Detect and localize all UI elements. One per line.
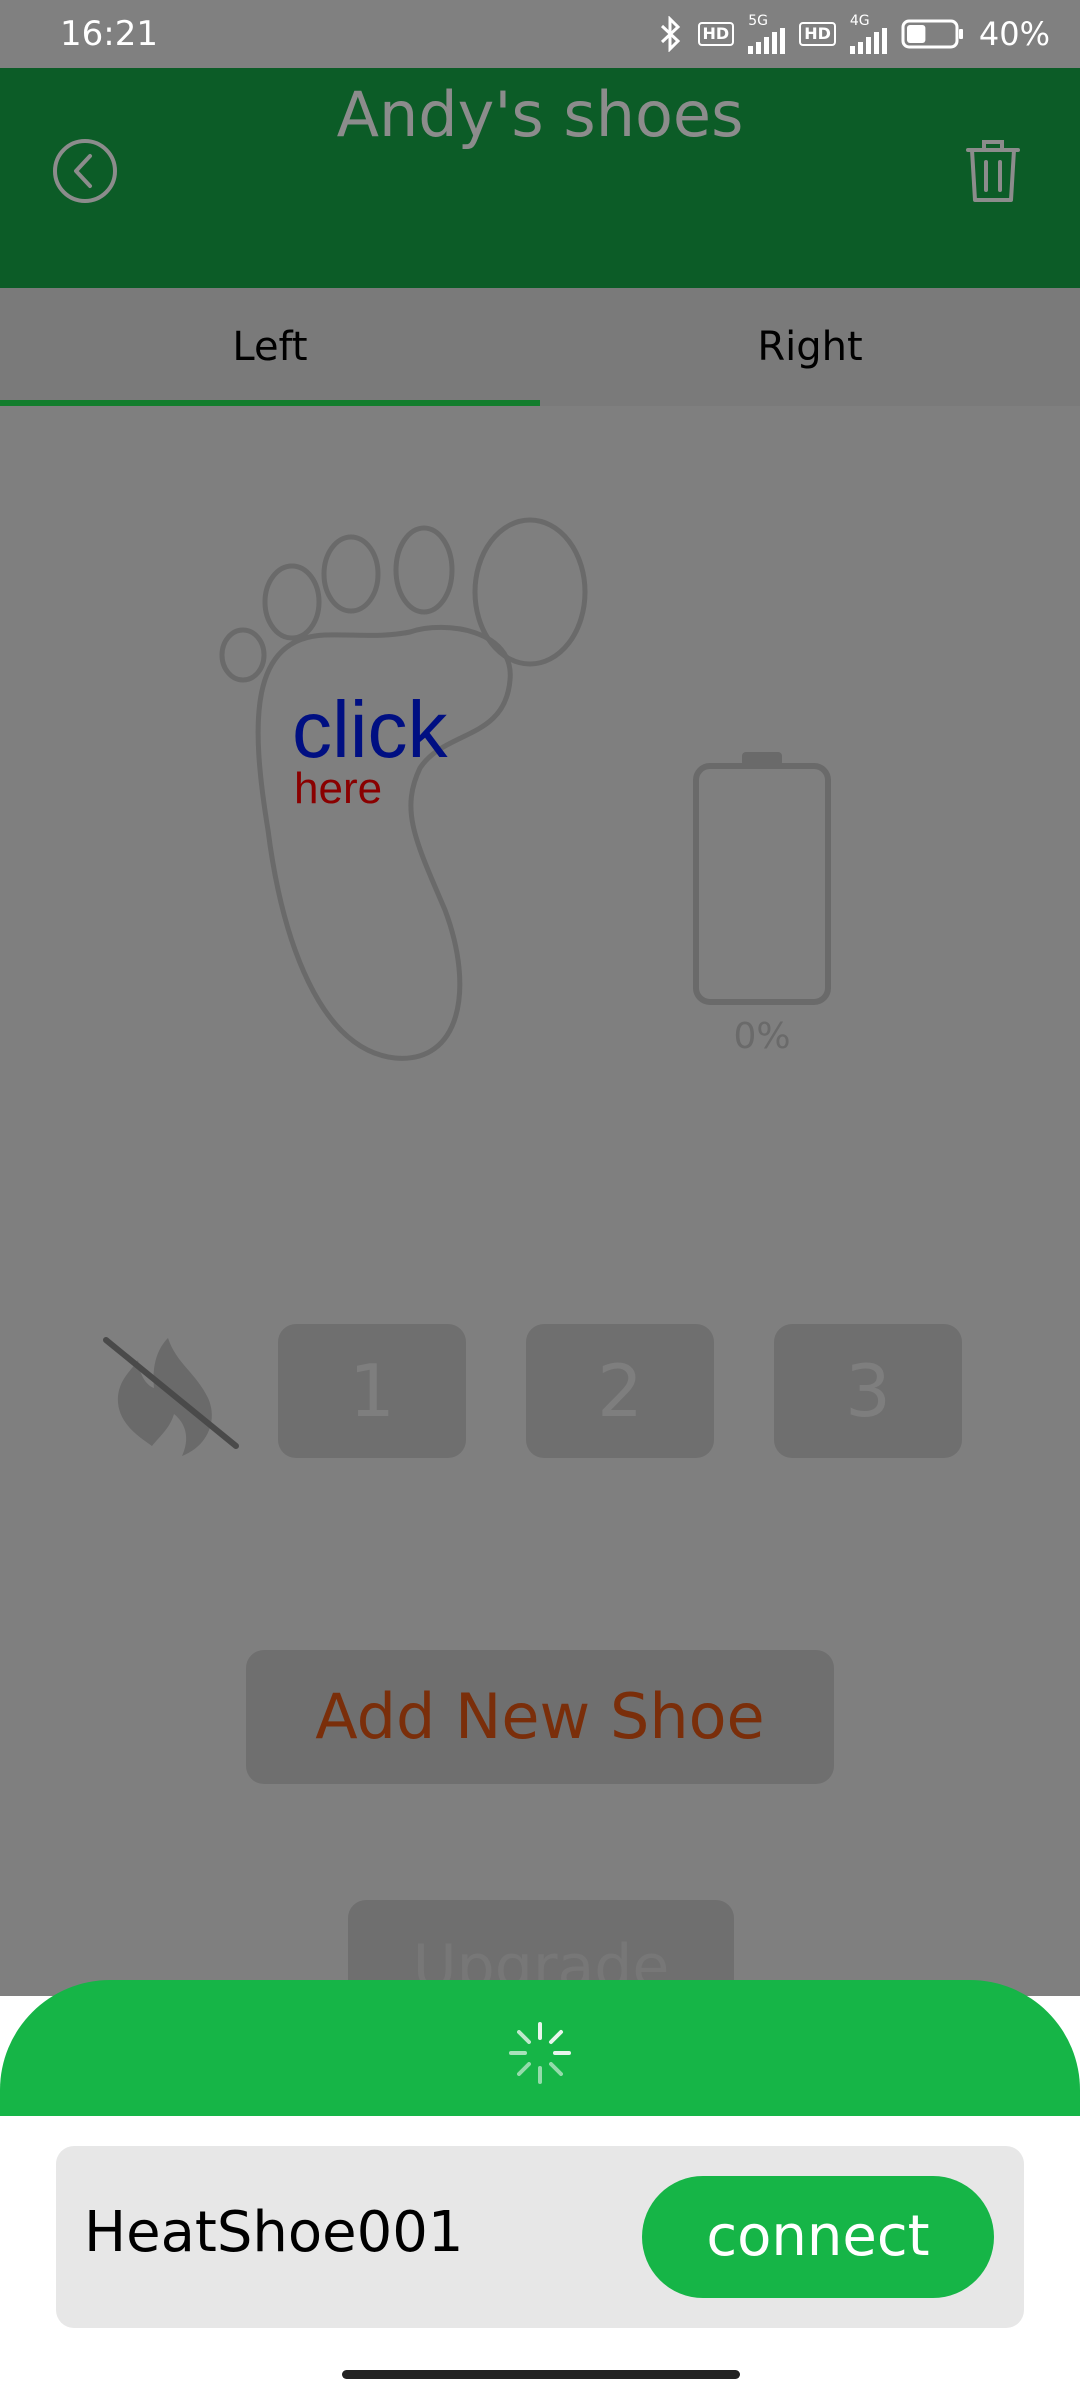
loading-spinner-icon	[509, 2022, 571, 2084]
battery-percent-label: 0%	[733, 1016, 791, 1057]
add-new-shoe-button[interactable]: Add New Shoe	[246, 1650, 834, 1784]
network-4g-label: 4G	[849, 13, 870, 29]
page-title: Andy's shoes	[336, 78, 744, 151]
flame-off-icon[interactable]	[96, 1318, 246, 1468]
battery-icon	[901, 19, 963, 49]
tab-right[interactable]: Right	[540, 288, 1080, 406]
signal-icon: 5G	[748, 13, 786, 54]
status-icons: HD 5G HD 4G 40%	[658, 10, 1050, 58]
battery-empty-icon	[693, 752, 831, 1005]
heat-level-3-button[interactable]: 3	[774, 1324, 962, 1458]
trash-icon[interactable]	[958, 136, 1028, 206]
network-5g-label: 5G	[748, 13, 768, 29]
signal-icon-2: 4G	[849, 13, 887, 54]
status-bar: 16:21 HD 5G HD 4G 40%	[0, 0, 1080, 68]
foot-here-text[interactable]: here	[294, 764, 382, 814]
device-name: HeatShoe001	[84, 2200, 464, 2265]
status-time: 16:21	[60, 14, 158, 54]
foot-icon[interactable]	[210, 510, 600, 1070]
connect-button[interactable]: connect	[642, 2176, 994, 2298]
home-indicator[interactable]	[342, 2370, 740, 2379]
bluetooth-icon	[660, 16, 680, 52]
battery-percent: 40%	[978, 15, 1050, 53]
tab-bar: Left Right	[0, 288, 1080, 408]
foot-click-text[interactable]: click	[292, 684, 448, 776]
hd-badge: HD	[697, 22, 735, 46]
heat-level-2-button[interactable]: 2	[526, 1324, 714, 1458]
tab-left[interactable]: Left	[0, 288, 540, 406]
hd-badge-2: HD	[799, 22, 836, 46]
heat-level-1-button[interactable]: 1	[278, 1324, 466, 1458]
